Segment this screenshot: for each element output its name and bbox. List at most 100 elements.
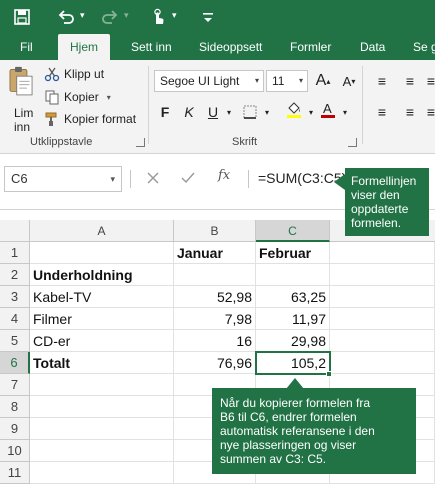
grid-cell[interactable] (330, 352, 435, 374)
row-header-3[interactable]: 3 (0, 286, 30, 308)
cell-b5[interactable]: 16 (174, 330, 256, 352)
grow-font-button[interactable]: A ▴ (314, 71, 332, 91)
align-top-icon[interactable]: ≡ (400, 71, 420, 91)
grid-cell[interactable] (30, 440, 174, 462)
shrink-font-button[interactable]: A ▾ (340, 71, 358, 91)
insert-function-icon[interactable]: fx (218, 168, 230, 183)
cell-b1[interactable]: Januar (174, 242, 256, 264)
italic-button[interactable]: K (180, 102, 198, 122)
touch-mode-dropdown-icon[interactable]: ▾ (172, 10, 177, 21)
fill-handle[interactable] (326, 371, 332, 377)
cell-c3[interactable]: 63,25 (256, 286, 330, 308)
underline-dropdown-icon[interactable]: ▾ (224, 102, 234, 122)
grid-cell[interactable] (330, 308, 435, 330)
undo-dropdown-icon[interactable]: ▾ (80, 10, 85, 21)
paste-button[interactable]: Lim inn (4, 64, 38, 134)
name-box[interactable]: C6 ▾ (4, 166, 122, 192)
font-color-dropdown-icon[interactable]: ▾ (340, 102, 350, 122)
row-header-2[interactable]: 2 (0, 264, 30, 286)
bold-button[interactable]: F (156, 102, 174, 122)
enter-icon[interactable] (180, 171, 196, 185)
grid-cell[interactable] (174, 264, 256, 286)
tab-home[interactable]: Hjem (58, 34, 111, 60)
row-header-1[interactable]: 1 (0, 242, 30, 264)
cell-c1[interactable]: Februar (256, 242, 330, 264)
tab-file[interactable]: Fil (20, 34, 33, 60)
cell-c6[interactable]: 105,2 (255, 351, 331, 375)
copy-button[interactable]: Kopier ▾ (44, 87, 111, 107)
cell-a6[interactable]: Totalt (30, 352, 174, 374)
fill-bucket-icon (287, 102, 301, 118)
redo-dropdown-icon[interactable]: ▾ (124, 10, 129, 21)
format-painter-button[interactable]: Kopier format (44, 109, 136, 129)
underline-button[interactable]: U (204, 102, 222, 122)
tab-insert[interactable]: Sett inn (131, 34, 172, 60)
cell-b6[interactable]: 76,96 (174, 352, 256, 374)
touch-mode-icon[interactable] (146, 5, 170, 29)
cell-a3[interactable]: Kabel-TV (30, 286, 174, 308)
column-header-c[interactable]: C (256, 220, 330, 242)
fill-color-button[interactable] (284, 100, 304, 120)
grid-cell[interactable] (330, 242, 435, 264)
row-header-7[interactable]: 7 (0, 374, 30, 396)
borders-button[interactable] (240, 102, 260, 122)
cut-button[interactable]: Klipp ut (44, 64, 104, 84)
font-launcher-icon[interactable] (348, 138, 357, 147)
row-header-8[interactable]: 8 (0, 396, 30, 418)
cell-a2[interactable]: Underholdning (30, 264, 174, 286)
ribbon-tabs: Fil Hjem Sett inn Sideoppsett Formler Da… (0, 34, 435, 60)
grid-cell[interactable] (30, 462, 174, 484)
grid-cell[interactable] (256, 264, 330, 286)
borders-dropdown-icon[interactable]: ▾ (262, 102, 272, 122)
align-center-icon[interactable]: ≡ (400, 102, 420, 122)
cell-b3[interactable]: 52,98 (174, 286, 256, 308)
cell-c5[interactable]: 29,98 (256, 330, 330, 352)
wrap-align-icon[interactable]: ≡ (372, 71, 392, 91)
cell-a5[interactable]: CD-er (30, 330, 174, 352)
align-left-icon[interactable]: ≡ (372, 102, 392, 122)
grid-cell[interactable] (30, 396, 174, 418)
grid-cell[interactable] (30, 418, 174, 440)
grid-cell[interactable] (30, 242, 174, 264)
redo-icon[interactable] (98, 5, 122, 29)
font-color-button[interactable]: A (318, 100, 338, 120)
select-all-corner[interactable] (0, 220, 30, 242)
column-header-a[interactable]: A (30, 220, 174, 242)
tab-page-layout[interactable]: Sideoppsett (199, 34, 262, 60)
cell-b4[interactable]: 7,98 (174, 308, 256, 330)
row-header-6[interactable]: 6 (0, 352, 30, 374)
cell-a4[interactable]: Filmer (30, 308, 174, 330)
row-header-4[interactable]: 4 (0, 308, 30, 330)
align-right-icon[interactable]: ≡ (426, 102, 435, 122)
copy-dropdown-icon[interactable]: ▾ (107, 93, 111, 102)
undo-icon[interactable] (54, 5, 78, 29)
clipboard-launcher-icon[interactable] (136, 138, 145, 147)
font-size-select[interactable]: 11 ▾ (266, 70, 308, 92)
tab-review[interactable]: Se gj (413, 34, 435, 60)
grid-cell[interactable] (330, 264, 435, 286)
grid-cell[interactable] (30, 374, 174, 396)
name-box-dropdown-icon: ▾ (110, 174, 115, 184)
column-header-b[interactable]: B (174, 220, 256, 242)
customize-toolbar-icon[interactable] (196, 5, 220, 29)
save-icon[interactable] (10, 5, 34, 29)
spreadsheet-grid: A B C 1 2 3 4 5 6 7 8 9 10 11 Januar Feb… (0, 168, 435, 497)
row-header-11[interactable]: 11 (0, 462, 30, 484)
row-header-10[interactable]: 10 (0, 440, 30, 462)
cancel-icon[interactable] (146, 171, 160, 185)
cell-c4[interactable]: 11,97 (256, 308, 330, 330)
paste-label-line1: Lim (14, 106, 34, 120)
grid-cell[interactable] (330, 286, 435, 308)
tab-data[interactable]: Data (360, 34, 385, 60)
align-middle-icon[interactable]: ≡ (426, 71, 435, 91)
row-header-9[interactable]: 9 (0, 418, 30, 440)
copy-label: Kopier (64, 90, 99, 104)
name-box-value: C6 (11, 171, 28, 186)
font-name-select[interactable]: Segoe UI Light ▾ (154, 70, 264, 92)
grid-cell[interactable] (330, 330, 435, 352)
tab-formulas[interactable]: Formler (290, 34, 331, 60)
fill-color-dropdown-icon[interactable]: ▾ (306, 102, 316, 122)
copy-formula-callout-pointer (286, 378, 304, 389)
font-size-value: 11 (272, 74, 285, 88)
row-header-5[interactable]: 5 (0, 330, 30, 352)
